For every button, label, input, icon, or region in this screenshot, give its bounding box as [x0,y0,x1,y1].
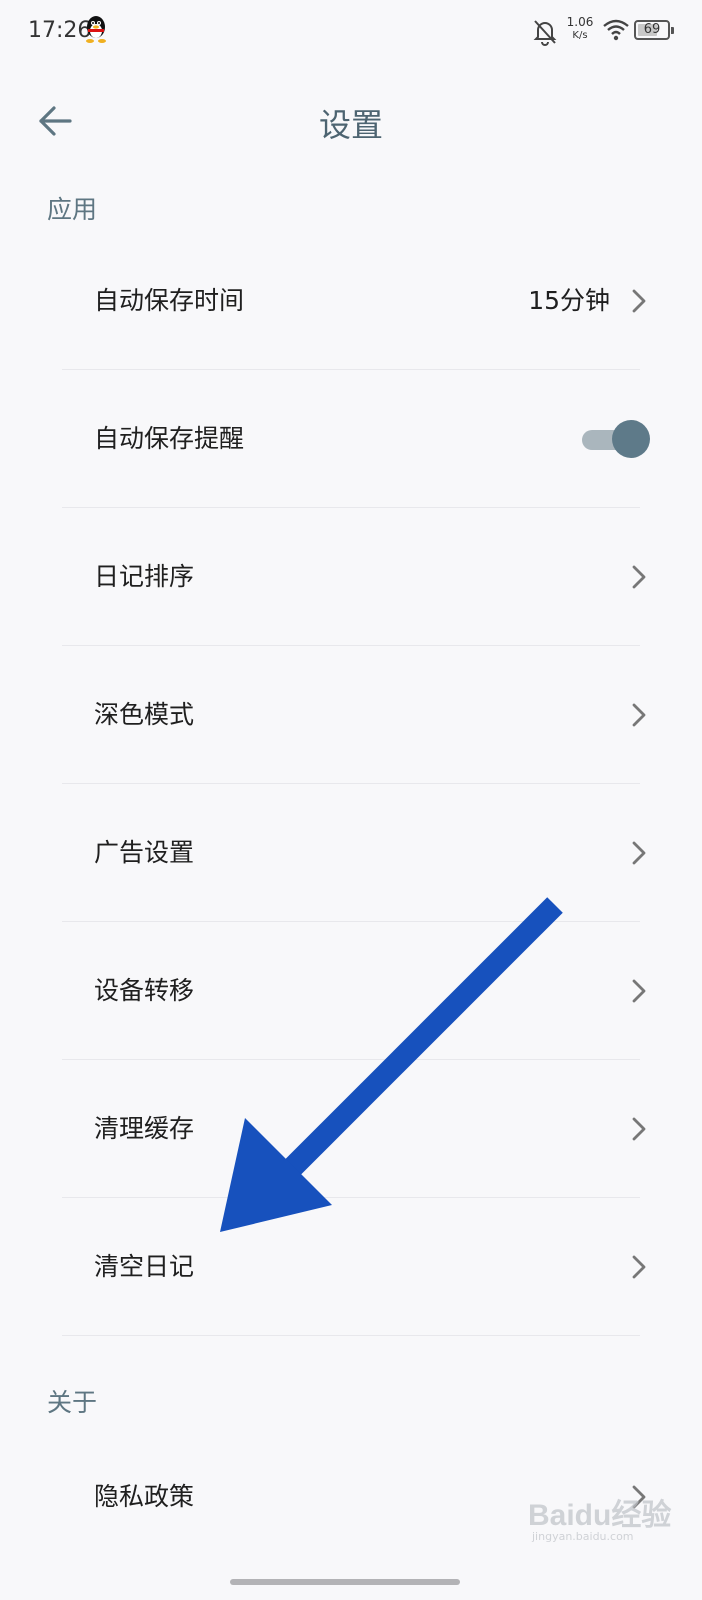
battery-level: 69 [643,22,661,37]
home-indicator[interactable] [230,1579,460,1585]
row-label: 设备转移 [94,976,195,1005]
row-label: 广告设置 [94,838,195,867]
chevron-right-icon [632,841,646,865]
watermark-site: jingyan.baidu.com [532,1530,634,1543]
chevron-right-icon [632,703,646,727]
wifi-icon [602,18,630,42]
row-diary-sort[interactable]: 日记排序 [62,508,646,646]
section-header-app: 应用 [47,195,98,224]
chevron-right-icon [632,289,646,313]
row-label: 清理缓存 [94,1114,195,1143]
chevron-right-icon [632,979,646,1003]
net-speed-unit: K/s [572,30,588,41]
row-label: 清空日记 [94,1252,195,1281]
page-title: 设置 [318,106,383,144]
row-label: 自动保存提醒 [94,424,245,453]
status-time: 17:26 [28,18,92,43]
section-header-about: 关于 [47,1388,98,1417]
qq-icon [84,14,108,44]
net-speed-value: 1.06 [566,15,594,29]
row-dark-mode[interactable]: 深色模式 [62,646,646,784]
net-speed: 1.06 K/s [564,16,596,41]
chevron-right-icon [632,1117,646,1141]
row-auto-save-reminder: 自动保存提醒 [62,370,650,508]
row-label: 隐私政策 [94,1482,195,1511]
annotation-arrow-icon [220,897,563,1232]
chevron-right-icon [632,565,646,589]
chevron-right-icon [632,1255,646,1279]
watermark-brand: Baidu经验 [528,1499,672,1532]
bell-off-icon [532,18,558,46]
row-label: 日记排序 [94,562,195,591]
baidu-watermark: Baidu经验 jingyan.baidu.com [528,1490,688,1550]
row-label: 深色模式 [94,700,195,729]
auto-save-reminder-toggle[interactable] [580,419,650,459]
row-value: 15分钟 [528,286,610,315]
toggle-thumb [612,420,650,458]
row-auto-save-time[interactable]: 自动保存时间 15分钟 [62,232,646,370]
row-label: 自动保存时间 [94,286,245,315]
battery-icon: 69 [634,20,674,40]
status-bar: 17:26 1.06 K/s 69 [0,0,702,64]
